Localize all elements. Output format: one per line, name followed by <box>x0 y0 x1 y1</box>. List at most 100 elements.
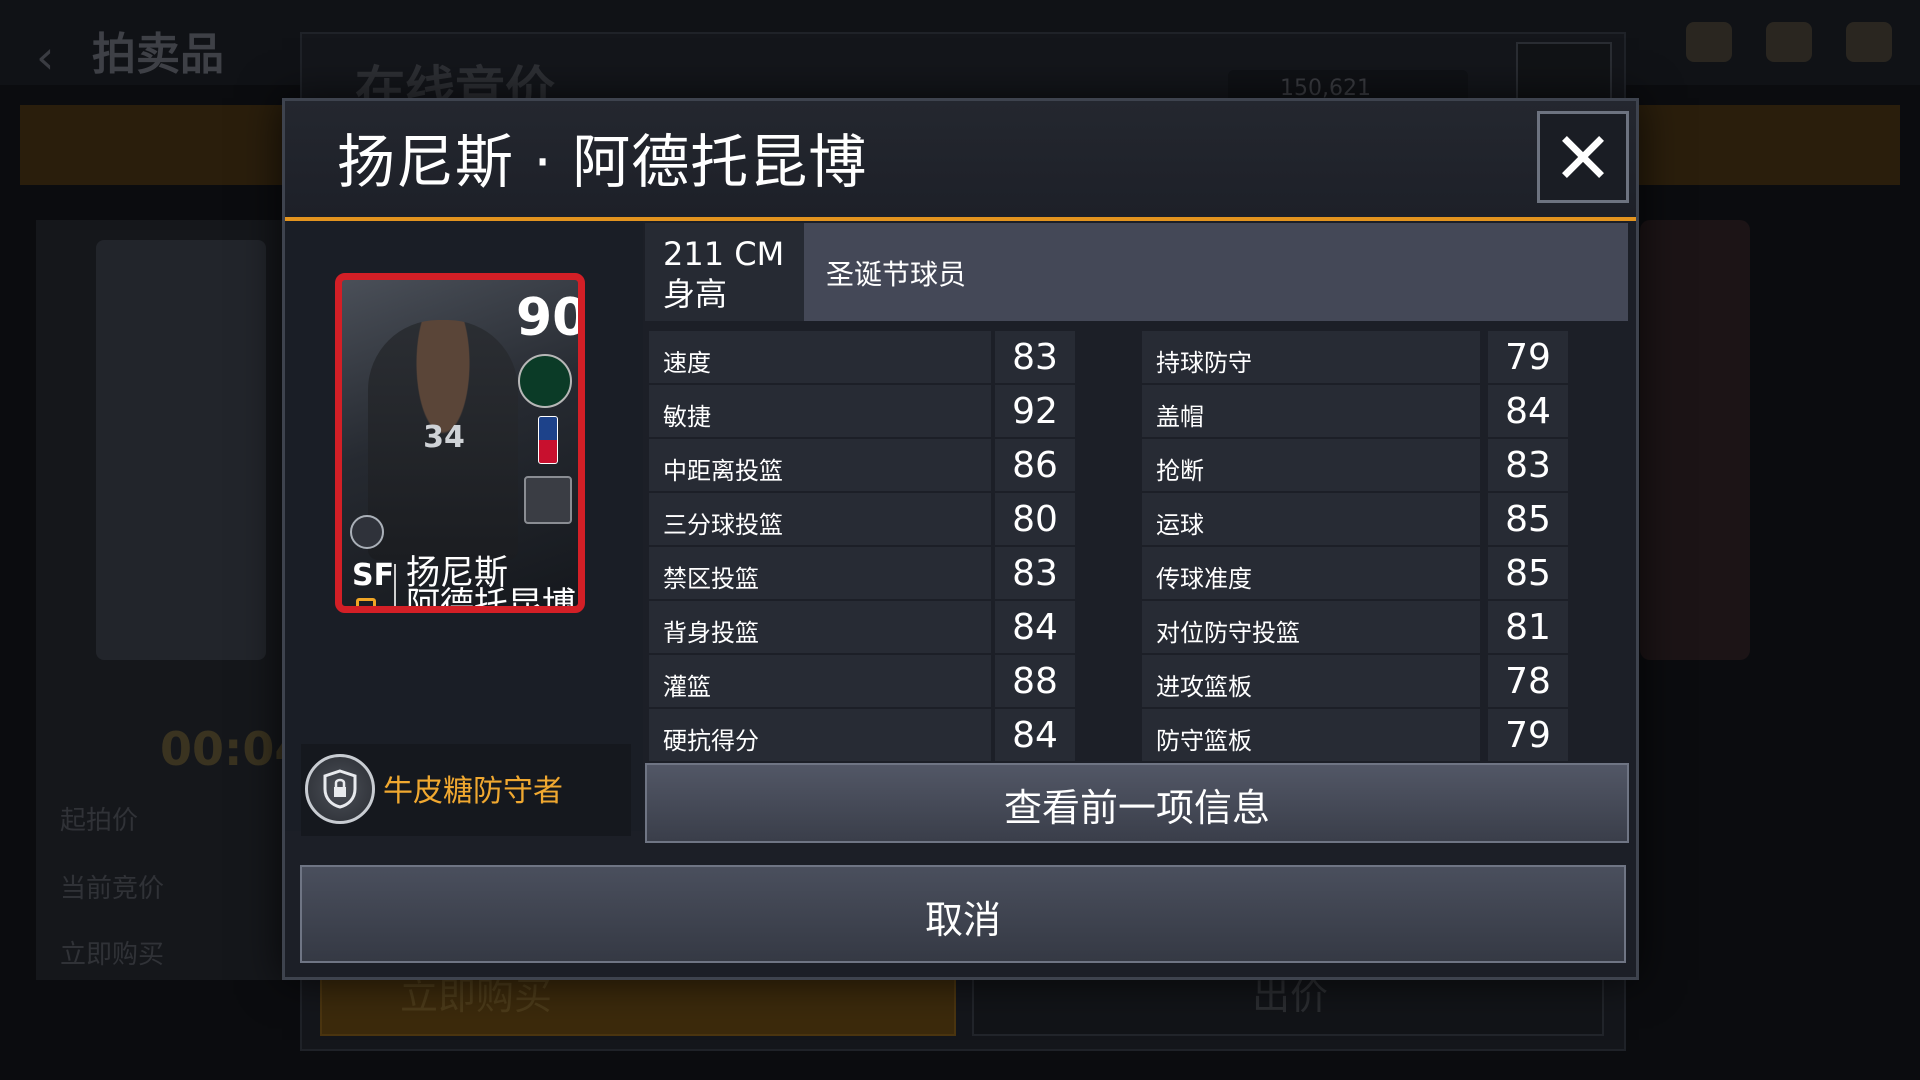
stat-name-cell: 对位防守投篮 <box>1142 601 1480 653</box>
stat-value-cell: 79 <box>1488 331 1568 383</box>
stat-name-cell: 持球防守 <box>1142 331 1480 383</box>
background-top-icons <box>1686 22 1892 62</box>
stat-name-cell: 背身投篮 <box>649 601 991 653</box>
cart-icon <box>1766 22 1812 62</box>
shield-lock-icon <box>305 754 375 824</box>
stat-name: 硬抗得分 <box>663 727 759 755</box>
stat-value-cell: 83 <box>995 547 1075 599</box>
height-value: 211 CM <box>663 235 785 273</box>
stat-value-cell: 85 <box>1488 493 1568 545</box>
cancel-label: 取消 <box>924 898 1001 942</box>
stat-value-cell: 86 <box>995 439 1075 491</box>
skill-badge-row[interactable]: 牛皮糖防守者 <box>301 744 631 836</box>
skill-badge-label: 牛皮糖防守者 <box>383 774 563 809</box>
stat-value: 81 <box>1505 607 1551 648</box>
background-row-start: 起拍价 <box>60 806 139 836</box>
overall-rating: 90 <box>516 288 585 348</box>
background-right-card <box>1640 220 1750 660</box>
stat-name: 运球 <box>1156 511 1204 539</box>
stat-name-cell: 进攻篮板 <box>1142 655 1480 707</box>
stat-name-cell: 速度 <box>649 331 991 383</box>
stat-name: 抢断 <box>1156 457 1204 485</box>
stat-value: 85 <box>1505 553 1551 594</box>
stat-name: 盖帽 <box>1156 403 1204 431</box>
stat-value: 84 <box>1012 607 1058 648</box>
background-row-buynow: 立即购买 <box>60 940 165 970</box>
stat-name-cell: 防守篮板 <box>1142 709 1480 761</box>
stat-name: 防守篮板 <box>1156 727 1252 755</box>
close-button[interactable] <box>1537 111 1629 203</box>
player-position: SF <box>352 558 395 593</box>
player-tag: 圣诞节球员 <box>826 258 967 291</box>
cancel-button[interactable]: 取消 <box>300 865 1626 963</box>
stat-value: 86 <box>1012 445 1058 486</box>
stat-name: 敏捷 <box>663 403 711 431</box>
stat-value-cell: 79 <box>1488 709 1568 761</box>
player-card-column: 34 90 SF 扬尼斯 阿德托昆博 牛皮糖防守者 <box>285 221 643 836</box>
player-tag-box: 圣诞节球员 <box>804 223 1628 321</box>
stat-name-cell: 中距离投篮 <box>649 439 991 491</box>
stat-name: 速度 <box>663 349 711 377</box>
stat-value-cell: 84 <box>995 601 1075 653</box>
stat-value: 79 <box>1505 715 1551 756</box>
stat-name-cell: 抢断 <box>1142 439 1480 491</box>
stat-value: 84 <box>1012 715 1058 756</box>
stat-name: 进攻篮板 <box>1156 673 1252 701</box>
view-previous-label: 查看前一项信息 <box>1003 786 1270 830</box>
shield-icon <box>356 598 376 606</box>
view-previous-button[interactable]: 查看前一项信息 <box>645 763 1629 843</box>
background-row-current: 当前竞价 <box>60 874 165 904</box>
player-info-modal: 扬尼斯 · 阿德托昆博 34 90 SF 扬尼斯 阿德托昆博 牛皮糖防守者 21… <box>282 98 1639 980</box>
stat-name-cell: 三分球投篮 <box>649 493 991 545</box>
stat-value-cell: 85 <box>1488 547 1568 599</box>
stat-value: 85 <box>1505 499 1551 540</box>
stat-value: 84 <box>1505 391 1551 432</box>
stat-name: 持球防守 <box>1156 349 1252 377</box>
background-page-title: 拍卖品 <box>92 29 224 80</box>
stat-value: 83 <box>1505 445 1551 486</box>
stat-name: 三分球投篮 <box>663 511 783 539</box>
home-icon <box>1846 22 1892 62</box>
stat-name-cell: 硬抗得分 <box>649 709 991 761</box>
stat-value-cell: 84 <box>995 709 1075 761</box>
ball-icon <box>1686 22 1732 62</box>
background-player-figure <box>96 240 266 660</box>
height-label: 身高 <box>663 275 728 313</box>
height-box: 211 CM 身高 <box>645 223 804 321</box>
stat-value-cell: 80 <box>995 493 1075 545</box>
stat-value-cell: 84 <box>1488 385 1568 437</box>
stat-value-cell: 83 <box>995 331 1075 383</box>
stat-name: 禁区投篮 <box>663 565 759 593</box>
stat-name: 传球准度 <box>1156 565 1252 593</box>
stat-value-cell: 88 <box>995 655 1075 707</box>
stat-name: 对位防守投篮 <box>1156 619 1300 647</box>
card-badge-icon <box>350 515 384 549</box>
stat-name-cell: 敏捷 <box>649 385 991 437</box>
stat-name-cell: 盖帽 <box>1142 385 1480 437</box>
player-name-title: 扬尼斯 · 阿德托昆博 <box>337 128 868 196</box>
stat-name: 中距离投篮 <box>663 457 783 485</box>
stat-value-cell: 83 <box>1488 439 1568 491</box>
stat-value: 78 <box>1505 661 1551 702</box>
stat-name: 灌篮 <box>663 673 711 701</box>
player-card: 34 90 SF 扬尼斯 阿德托昆博 <box>335 273 585 613</box>
stat-value: 83 <box>1012 337 1058 378</box>
stat-value: 83 <box>1012 553 1058 594</box>
stat-value: 92 <box>1012 391 1058 432</box>
card-divider <box>394 564 396 606</box>
modal-header: 扬尼斯 · 阿德托昆博 <box>285 101 1636 221</box>
stat-name: 背身投篮 <box>663 619 759 647</box>
player-action-icon <box>524 476 572 524</box>
back-arrow-icon: ‹ <box>36 30 55 84</box>
close-icon <box>1562 136 1604 178</box>
card-name-last: 阿德托昆博 <box>406 585 576 613</box>
stat-name-cell: 灌篮 <box>649 655 991 707</box>
stat-value-cell: 81 <box>1488 601 1568 653</box>
stat-value-cell: 92 <box>995 385 1075 437</box>
stat-value: 80 <box>1012 499 1058 540</box>
stat-name-cell: 传球准度 <box>1142 547 1480 599</box>
team-logo-icon <box>518 354 572 408</box>
jersey-number: 34 <box>423 420 465 455</box>
stat-value: 88 <box>1012 661 1058 702</box>
nba-logo-icon <box>538 416 558 464</box>
